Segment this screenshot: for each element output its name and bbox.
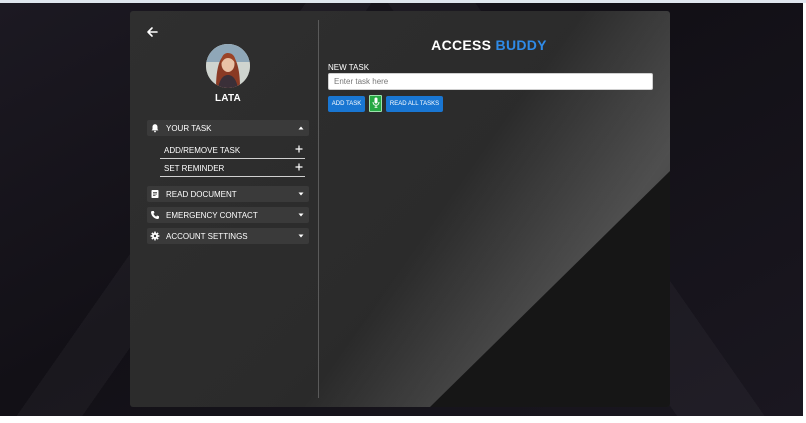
subitem-label: SET REMINDER (164, 163, 225, 173)
caret-down-icon (298, 233, 304, 239)
sidebar-item-label: EMERGENCY CONTACT (166, 210, 258, 220)
microphone-icon (372, 95, 380, 113)
app-title-part1: ACCESS (431, 37, 492, 53)
bell-icon (150, 123, 160, 133)
phone-icon (150, 210, 160, 220)
read-all-tasks-button[interactable]: READ ALL TASKS (386, 96, 443, 112)
subitem-set-reminder[interactable]: SET REMINDER (160, 160, 305, 177)
sidebar-item-emergency-contact[interactable]: EMERGENCY CONTACT (147, 207, 309, 223)
sidebar-item-label: READ DOCUMENT (166, 189, 237, 199)
plus-icon (294, 162, 304, 174)
gear-icon (150, 231, 160, 241)
sidebar-item-label: ACCOUNT SETTINGS (166, 231, 248, 241)
sidebar-item-label: YOUR TASK (166, 123, 212, 133)
plus-icon (294, 144, 304, 156)
sidebar-item-account-settings[interactable]: ACCOUNT SETTINGS (147, 228, 309, 244)
new-task-label: NEW TASK (328, 63, 370, 72)
user-name: LATA (215, 93, 241, 104)
back-arrow-icon[interactable] (145, 25, 159, 39)
caret-up-icon (298, 125, 304, 131)
document-icon (150, 189, 160, 199)
sidebar-item-read-document[interactable]: READ DOCUMENT (147, 186, 309, 202)
app-title: ACCESS BUDDY (328, 37, 650, 53)
add-task-button[interactable]: ADD TASK (328, 96, 365, 112)
caret-down-icon (298, 212, 304, 218)
panel-divider (318, 20, 319, 398)
new-task-input[interactable] (328, 73, 653, 90)
sidebar-item-your-task[interactable]: YOUR TASK (147, 120, 309, 136)
page-bottom-strip (0, 416, 806, 423)
avatar (206, 44, 250, 88)
caret-down-icon (298, 191, 304, 197)
app-title-part2: BUDDY (495, 37, 547, 53)
subitem-add-remove-task[interactable]: ADD/REMOVE TASK (160, 142, 305, 159)
subitem-label: ADD/REMOVE TASK (164, 145, 241, 155)
microphone-button[interactable] (369, 95, 382, 112)
main-card: LATA YOUR TASK ADD/REMOVE TASK SET REMIN… (130, 11, 670, 407)
